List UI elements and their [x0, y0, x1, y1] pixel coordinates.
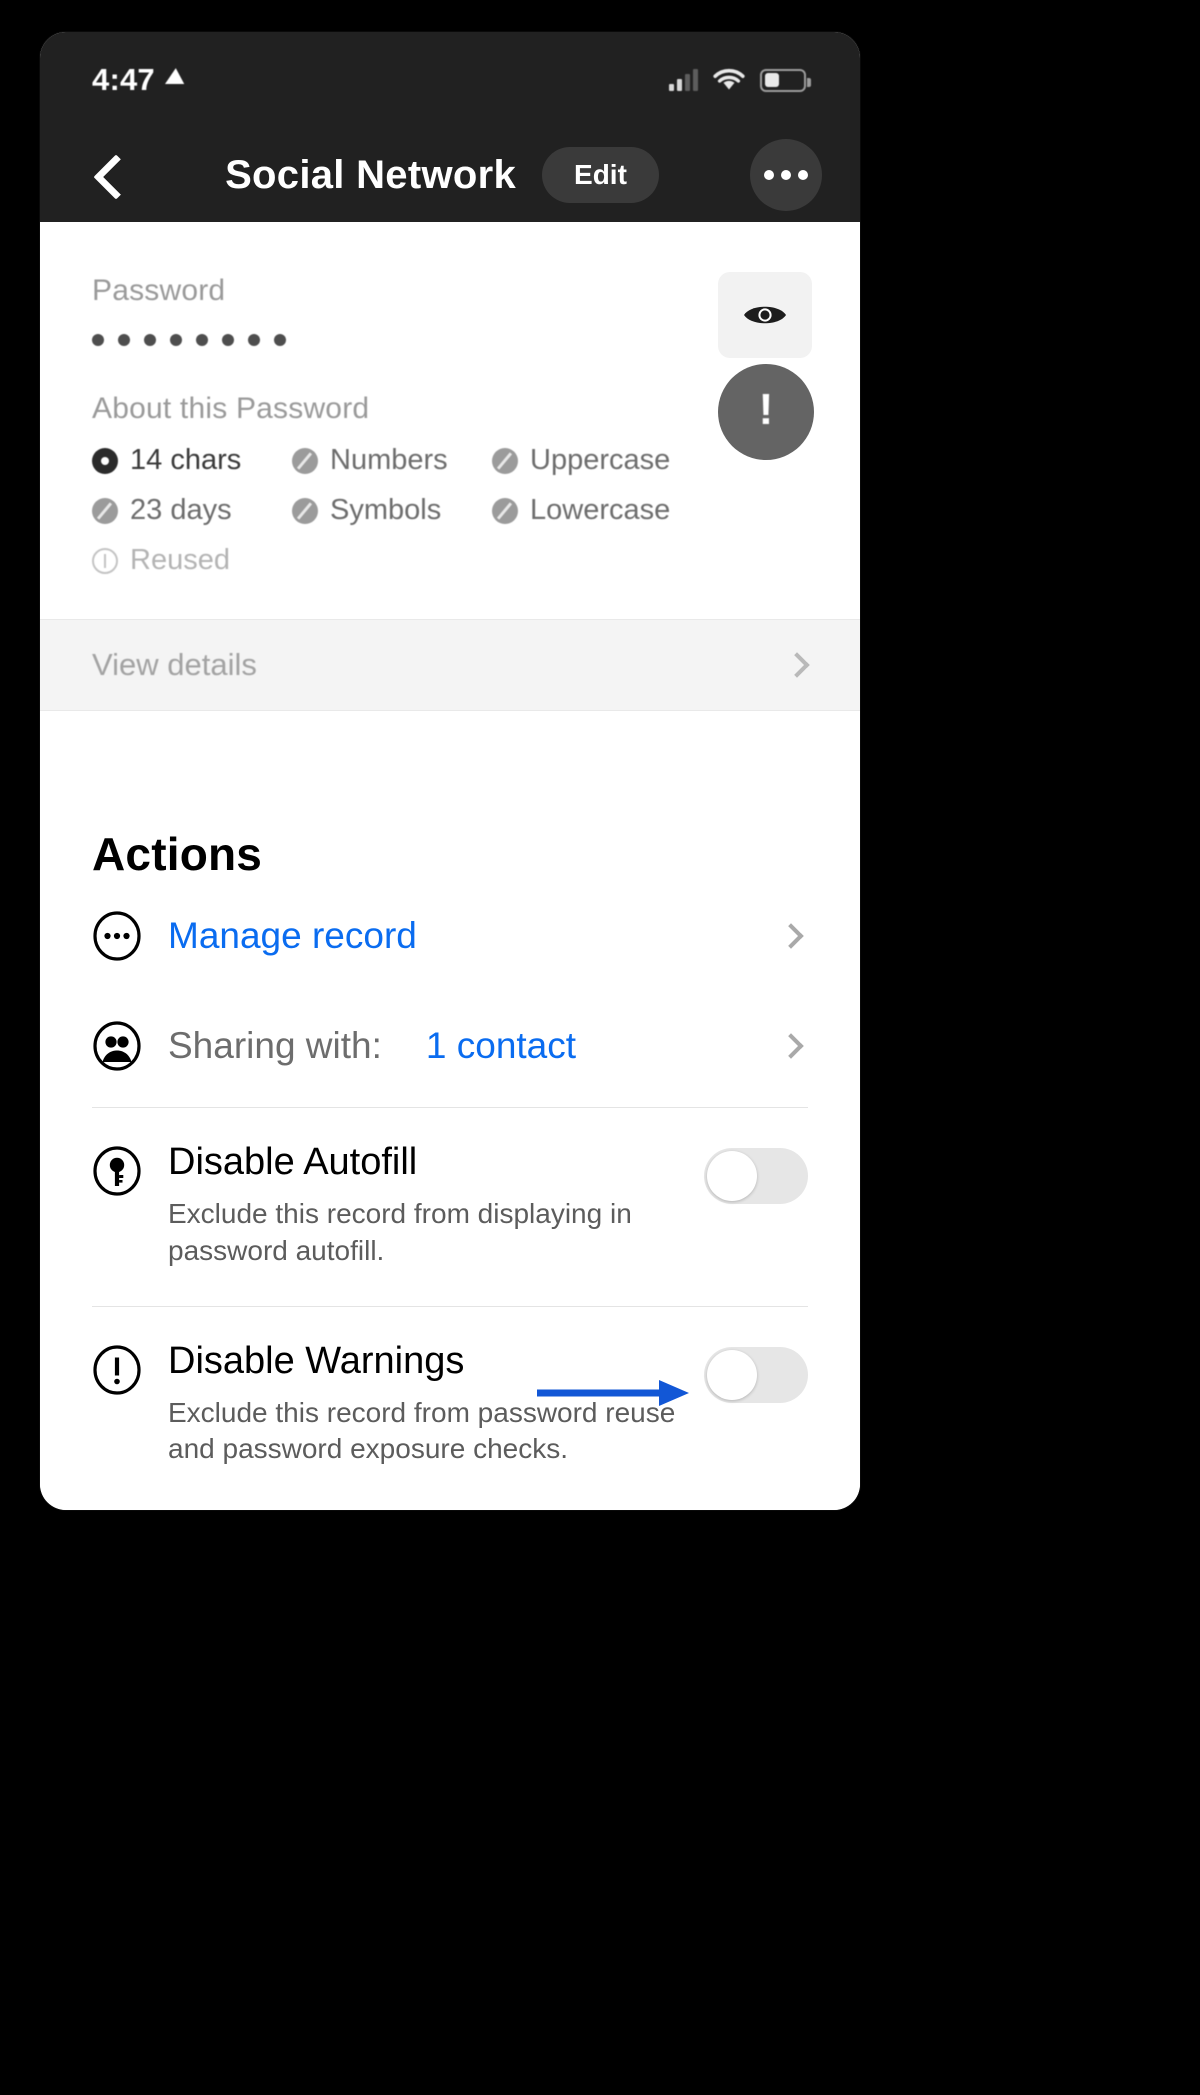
- password-alert-badge: !: [718, 364, 814, 460]
- disable-autofill-texts: Disable Autofill Exclude this record fro…: [168, 1141, 678, 1270]
- sharing-with-row[interactable]: Sharing with: 1 contact: [92, 991, 808, 1101]
- chip-uppercase: Uppercase: [492, 444, 692, 477]
- chevron-right-icon: [778, 1033, 804, 1059]
- warning-circle-icon: [92, 547, 118, 574]
- disable-warnings-subtitle: Exclude this record from password reuse …: [168, 1396, 676, 1465]
- password-attribute-chips: 14 chars Numbers Uppercase 23 days Symbo…: [92, 444, 808, 577]
- more-dot: [798, 170, 808, 180]
- about-password-section: About this Password 14 chars Numbers Upp…: [40, 346, 860, 577]
- about-password-title: About this Password: [92, 392, 370, 425]
- password-label: Password: [92, 274, 226, 307]
- key-circle-icon: [92, 1146, 142, 1196]
- back-button[interactable]: [88, 152, 134, 198]
- chip-lowercase: Lowercase: [492, 494, 692, 527]
- slashed-circle-icon: [92, 497, 118, 524]
- manage-record-label: Manage record: [168, 915, 417, 956]
- more-dot: [781, 170, 791, 180]
- disable-warnings-texts: Disable Warnings Exclude this record fro…: [168, 1339, 678, 1469]
- exclamation-icon: !: [758, 385, 774, 434]
- manage-record-row[interactable]: Manage record: [92, 881, 808, 991]
- chip-label: Uppercase: [530, 444, 671, 476]
- slashed-circle-icon: [292, 497, 318, 524]
- eye-icon: [744, 306, 786, 324]
- contacts-circle-icon: [92, 1021, 142, 1071]
- chip-numbers: Numbers: [292, 444, 492, 477]
- status-bar: 4:47: [40, 32, 860, 128]
- disable-autofill-row: Disable Autofill Exclude this record fro…: [92, 1108, 808, 1300]
- disable-autofill-subtitle: Exclude this record from displaying in p…: [168, 1197, 632, 1266]
- view-details-row[interactable]: View details: [40, 619, 860, 711]
- edit-button[interactable]: Edit: [542, 147, 659, 203]
- password-section: Password: [40, 222, 860, 358]
- cellular-signal-icon: [669, 69, 698, 91]
- navigation-center: Social Network Edit: [134, 147, 750, 203]
- more-options-button[interactable]: [750, 139, 822, 211]
- slashed-circle-icon: [292, 447, 318, 474]
- chip-symbols: Symbols: [292, 494, 492, 527]
- actions-title: Actions: [92, 828, 263, 880]
- ellipsis-circle-icon: [92, 911, 142, 961]
- wifi-icon: [712, 68, 746, 92]
- battery-icon: [760, 68, 811, 92]
- chevron-right-icon: [778, 923, 804, 949]
- filled-dot-icon: [92, 447, 118, 474]
- disable-warnings-toggle[interactable]: [704, 1346, 808, 1403]
- slashed-circle-icon: [492, 497, 518, 524]
- sharing-with-label: Sharing with:: [168, 1025, 382, 1066]
- disable-autofill-title: Disable Autofill: [168, 1141, 418, 1183]
- status-bar-right: [669, 68, 811, 92]
- view-details-label: View details: [92, 647, 257, 682]
- chip-reused: Reused: [92, 544, 292, 577]
- location-arrow-icon: [160, 68, 185, 92]
- disable-warnings-row: Disable Warnings Exclude this record fro…: [92, 1307, 808, 1499]
- actions-section: Actions Manage record Sharing with: 1 co…: [40, 711, 860, 1498]
- exclamation-circle-icon: [92, 1345, 142, 1395]
- page-title: Social Network: [225, 152, 517, 197]
- status-bar-left: 4:47: [92, 62, 185, 98]
- status-time: 4:47: [92, 62, 155, 97]
- password-masked-value: [92, 334, 808, 346]
- slashed-circle-icon: [492, 447, 518, 474]
- chip-label: Reused: [130, 544, 230, 576]
- disable-autofill-toggle[interactable]: [704, 1148, 808, 1204]
- content-area: Password About this Password 14 chars Nu…: [40, 222, 860, 1510]
- more-dot: [764, 170, 774, 180]
- chip-23-days: 23 days: [92, 494, 292, 527]
- dark-header: 4:47 Social Network Edit: [40, 32, 860, 222]
- chevron-right-icon: [784, 652, 810, 678]
- chip-label: 14 chars: [130, 444, 242, 476]
- chip-label: Symbols: [330, 494, 442, 526]
- disable-warnings-title: Disable Warnings: [168, 1339, 465, 1382]
- sharing-with-value[interactable]: 1 contact: [426, 1025, 576, 1067]
- navigation-bar: Social Network Edit: [40, 128, 860, 222]
- phone-screen: 4:47 Social Network Edit Password About …: [40, 32, 860, 1510]
- screenshot-root: 4:47 Social Network Edit Password About …: [0, 0, 1200, 2095]
- chip-label: Numbers: [330, 444, 448, 476]
- chip-label: 23 days: [130, 494, 232, 526]
- chip-label: Lowercase: [530, 494, 671, 526]
- chip-14-chars: 14 chars: [92, 444, 292, 477]
